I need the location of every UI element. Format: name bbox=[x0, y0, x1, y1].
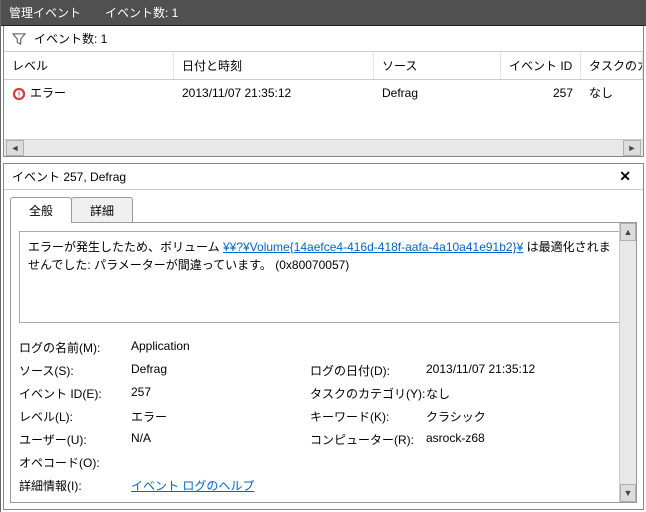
title-count: イベント数: 1 bbox=[105, 4, 178, 21]
header-level[interactable]: レベル bbox=[4, 52, 174, 79]
computer-label: コンピューター(R): bbox=[310, 431, 422, 448]
error-icon: ! bbox=[12, 87, 26, 101]
log-date-label: ログの日付(D): bbox=[310, 362, 422, 379]
log-name-value: Application bbox=[131, 339, 306, 356]
filter-row: イベント数: 1 bbox=[4, 26, 643, 52]
opcode-label: オペコード(O): bbox=[19, 454, 127, 471]
message-pre: エラーが発生したため、ボリューム bbox=[28, 240, 223, 254]
detail-title: イベント 257, Defrag bbox=[12, 168, 126, 185]
scroll-right-button[interactable]: ► bbox=[623, 140, 641, 156]
svg-text:!: ! bbox=[18, 91, 20, 98]
properties-grid: ログの名前(M): Application ソース(S): Defrag ログの… bbox=[19, 339, 628, 494]
column-headers: レベル 日付と時刻 ソース イベント ID タスクのカテ bbox=[4, 52, 643, 80]
header-task[interactable]: タスクのカテ bbox=[581, 52, 643, 79]
event-id-value: 257 bbox=[131, 385, 306, 402]
cell-level: ! エラー bbox=[4, 80, 174, 105]
tab-details[interactable]: 詳細 bbox=[71, 197, 133, 223]
horizontal-scrollbar[interactable]: ◄ ► bbox=[4, 139, 643, 156]
header-source[interactable]: ソース bbox=[374, 52, 501, 79]
user-label: ユーザー(U): bbox=[19, 431, 127, 448]
cell-source: Defrag bbox=[374, 82, 501, 104]
level-label: レベル(L): bbox=[19, 408, 127, 425]
moreinfo-label: 詳細情報(I): bbox=[19, 477, 127, 494]
header-datetime[interactable]: 日付と時刻 bbox=[174, 52, 374, 79]
computer-value: asrock-z68 bbox=[426, 431, 628, 448]
keyword-value: クラシック bbox=[426, 408, 628, 425]
cell-task: なし bbox=[581, 80, 643, 105]
filter-count: イベント数: 1 bbox=[34, 30, 107, 47]
event-viewer-window: 管理イベント イベント数: 1 イベント数: 1 レベル 日付と時刻 ソース イ… bbox=[0, 0, 646, 512]
title-text: 管理イベント bbox=[9, 4, 81, 21]
cell-datetime: 2013/11/07 21:35:12 bbox=[174, 82, 374, 104]
volume-link[interactable]: ¥¥?¥Volume{14aefce4-416d-418f-aafa-4a10a… bbox=[223, 240, 523, 254]
scroll-left-button[interactable]: ◄ bbox=[6, 140, 24, 156]
source-label: ソース(S): bbox=[19, 362, 127, 379]
tab-general[interactable]: 全般 bbox=[10, 197, 72, 223]
keyword-label: キーワード(K): bbox=[310, 408, 422, 425]
user-value: N/A bbox=[131, 431, 306, 448]
message-box: エラーが発生したため、ボリューム ¥¥?¥Volume{14aefce4-416… bbox=[19, 231, 628, 323]
scroll-down-button[interactable]: ▼ bbox=[620, 484, 636, 502]
cell-level-text: エラー bbox=[30, 86, 66, 100]
detail-panel: イベント 257, Defrag ✕ 全般 詳細 エラーが発生したため、ボリュー… bbox=[3, 163, 644, 510]
title-bar: 管理イベント イベント数: 1 bbox=[1, 0, 646, 26]
tab-body-general: エラーが発生したため、ボリューム ¥¥?¥Volume{14aefce4-416… bbox=[10, 222, 637, 503]
event-id-label: イベント ID(E): bbox=[19, 385, 127, 402]
level-value: エラー bbox=[131, 408, 306, 425]
filter-icon[interactable] bbox=[12, 33, 26, 45]
event-log-help-link[interactable]: イベント ログのヘルプ bbox=[131, 479, 254, 493]
detail-header: イベント 257, Defrag ✕ bbox=[4, 164, 643, 190]
task-cat-value: なし bbox=[426, 385, 628, 402]
close-icon[interactable]: ✕ bbox=[615, 168, 635, 185]
cell-event-id: 257 bbox=[501, 82, 581, 104]
source-value: Defrag bbox=[131, 362, 306, 379]
event-list-panel: イベント数: 1 レベル 日付と時刻 ソース イベント ID タスクのカテ ! … bbox=[3, 26, 644, 157]
tab-row: 全般 詳細 bbox=[4, 190, 643, 222]
vertical-scrollbar[interactable]: ▲ ▼ bbox=[619, 223, 636, 502]
table-row[interactable]: ! エラー 2013/11/07 21:35:12 Defrag 257 なし bbox=[4, 80, 643, 105]
opcode-value bbox=[131, 454, 306, 471]
scroll-up-button[interactable]: ▲ bbox=[620, 223, 636, 241]
task-cat-label: タスクのカテゴリ(Y): bbox=[310, 385, 422, 402]
log-name-label: ログの名前(M): bbox=[19, 339, 127, 356]
header-event-id[interactable]: イベント ID bbox=[501, 52, 581, 79]
log-date-value: 2013/11/07 21:35:12 bbox=[426, 362, 628, 379]
